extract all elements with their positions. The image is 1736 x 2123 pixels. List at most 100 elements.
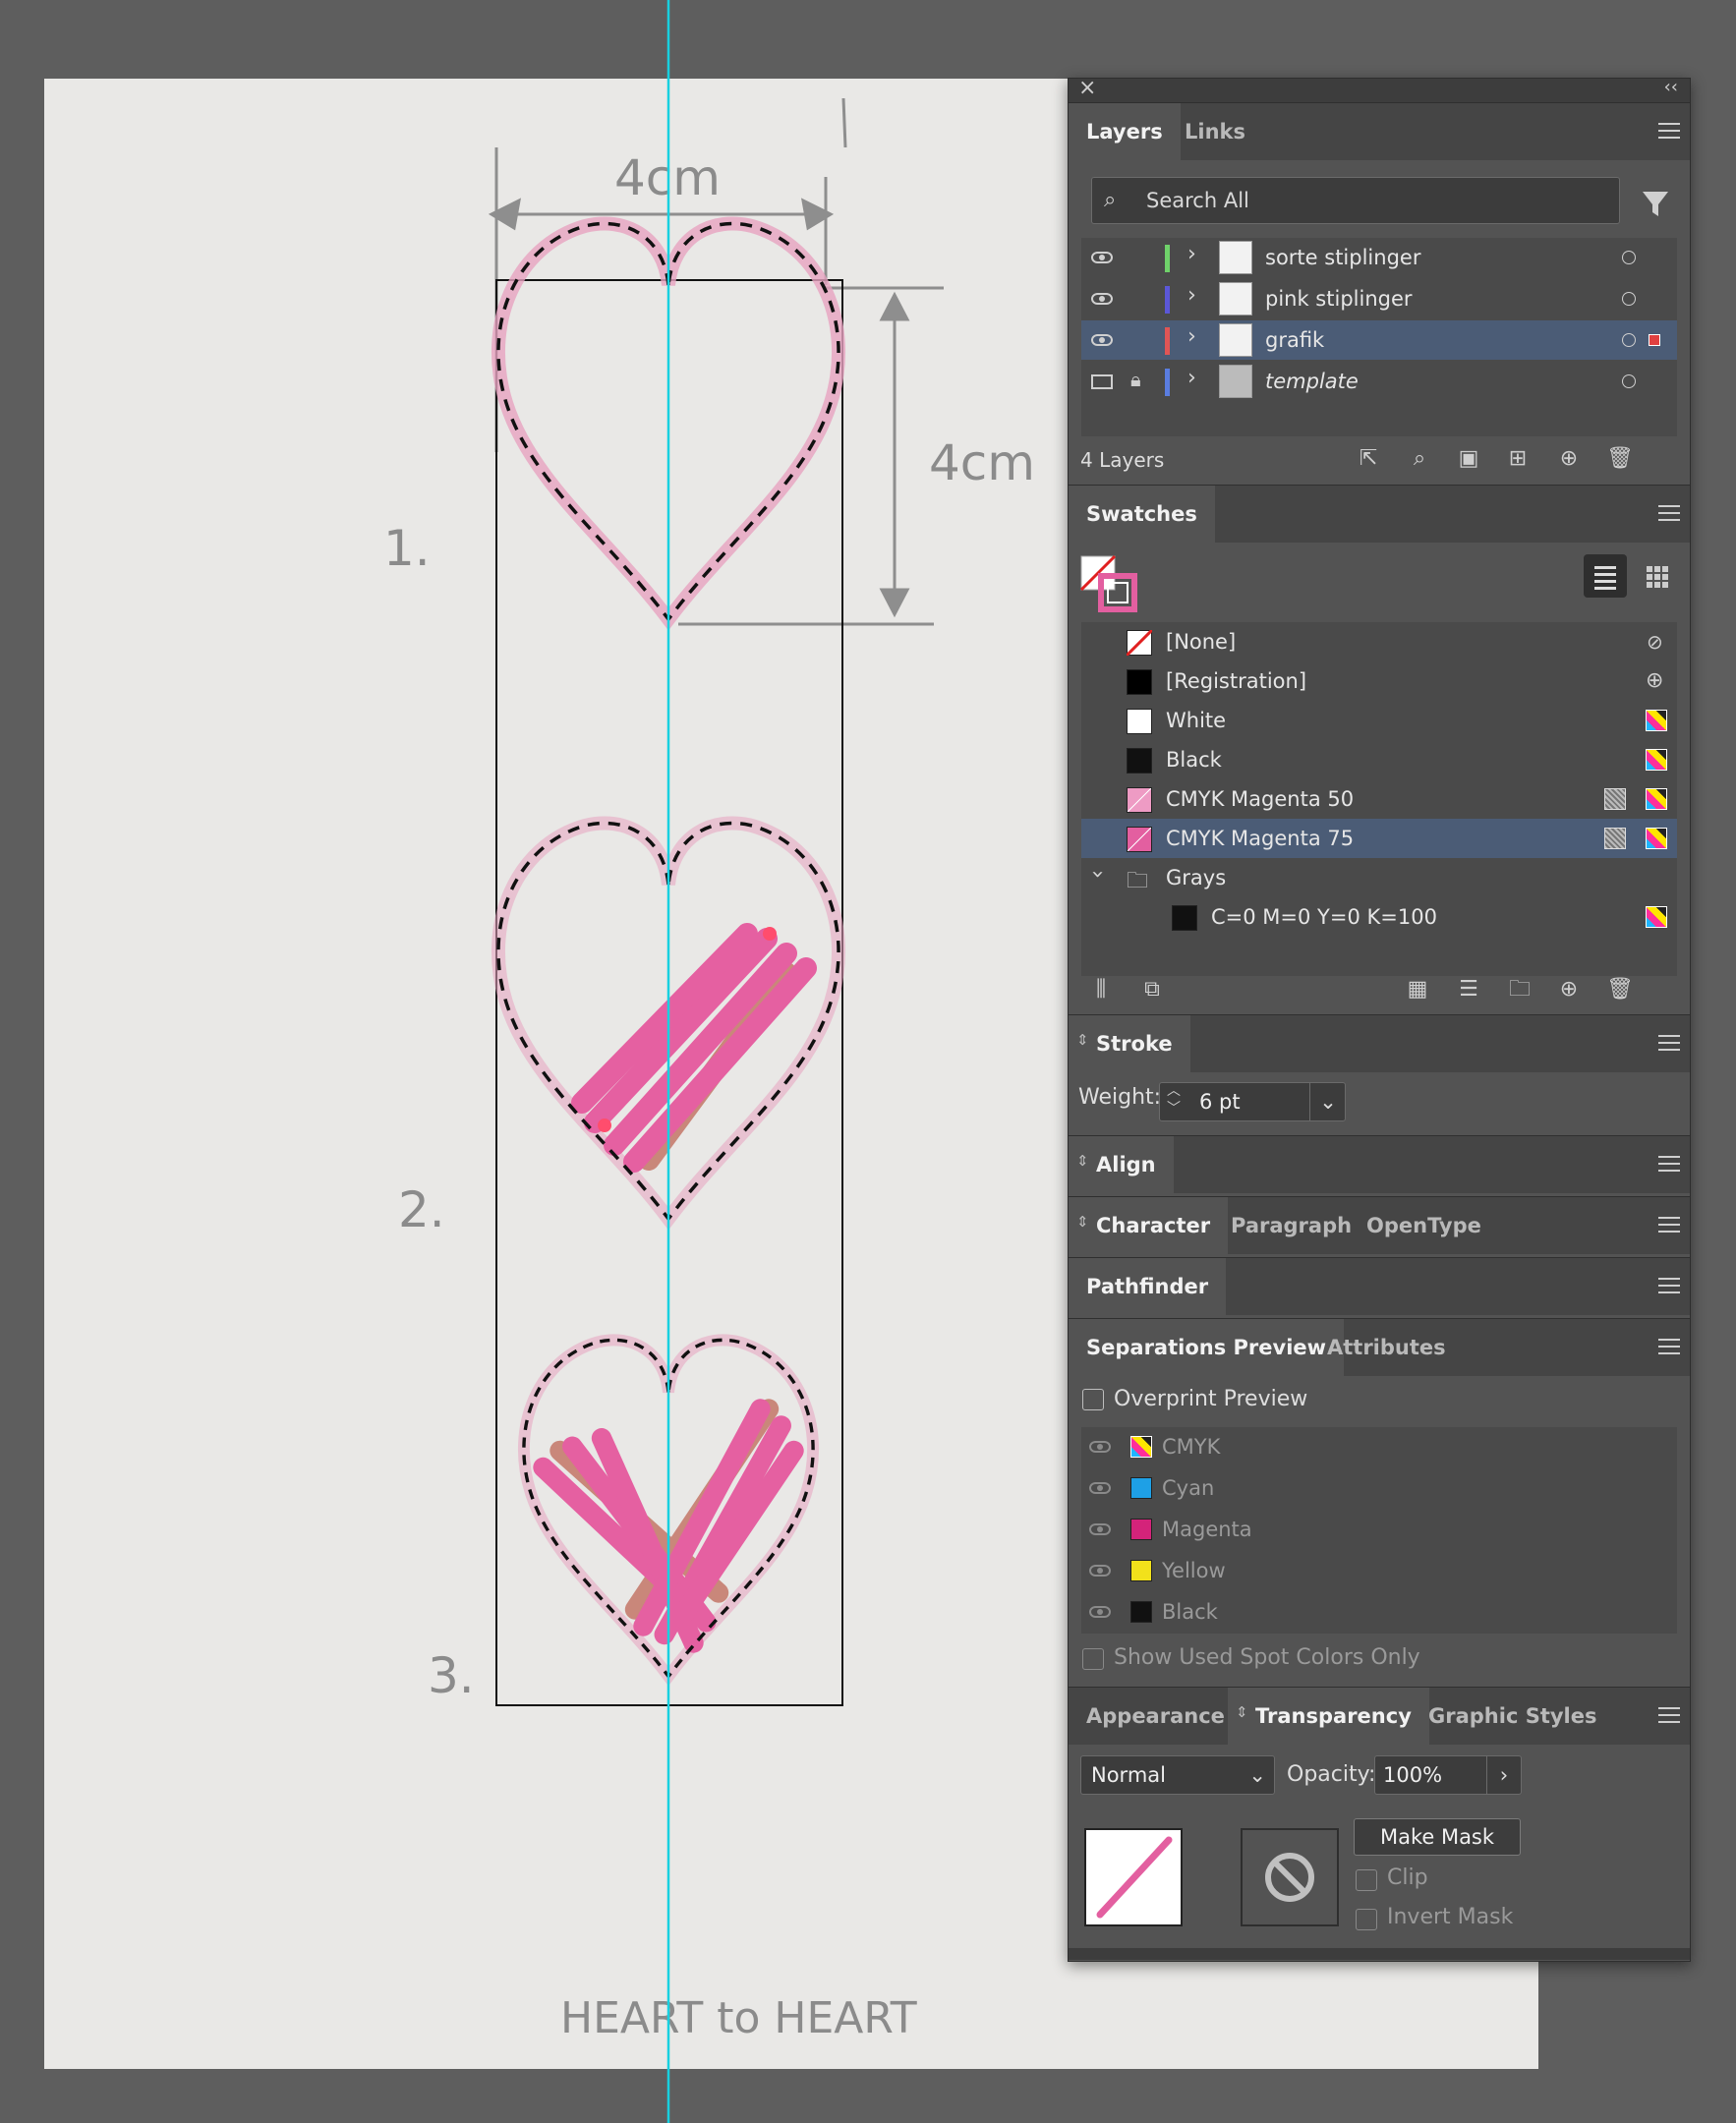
- overprint-preview-checkbox[interactable]: [1082, 1389, 1104, 1410]
- tab-pathfinder[interactable]: Pathfinder: [1069, 1258, 1227, 1315]
- layer-name[interactable]: grafik: [1265, 320, 1324, 360]
- plate-row[interactable]: CMYK: [1081, 1427, 1677, 1468]
- tab-layers[interactable]: Layers: [1069, 103, 1181, 160]
- panel-menu-icon[interactable]: [1658, 1278, 1680, 1293]
- list-view-icon[interactable]: [1584, 554, 1627, 598]
- lock-icon[interactable]: 🔒︎: [1130, 368, 1141, 391]
- spot-colors-checkbox[interactable]: [1082, 1648, 1104, 1670]
- export-icon[interactable]: ⇱: [1354, 444, 1383, 474]
- make-mask-button[interactable]: Make Mask: [1354, 1818, 1521, 1856]
- swatch-options-icon[interactable]: ☰: [1454, 975, 1483, 1004]
- expand-chevron-icon[interactable]: ›: [1187, 242, 1196, 266]
- swatch-row[interactable]: CMYK Magenta 50: [1081, 779, 1677, 820]
- tab-swatches[interactable]: Swatches: [1069, 486, 1215, 543]
- visibility-eye-icon[interactable]: [1089, 1441, 1111, 1453]
- collapse-icon[interactable]: ‹‹: [1664, 77, 1678, 97]
- new-layer-icon[interactable]: ⊕: [1554, 444, 1584, 474]
- plate-row[interactable]: Magenta: [1081, 1510, 1677, 1551]
- new-color-group-icon[interactable]: 🗀︎: [1505, 975, 1534, 1004]
- target-circle-icon[interactable]: [1622, 251, 1636, 264]
- expand-chevron-icon[interactable]: ›: [1187, 324, 1196, 349]
- layer-name[interactable]: template: [1265, 362, 1359, 401]
- layer-name[interactable]: sorte stiplinger: [1265, 238, 1420, 277]
- tab-transparency[interactable]: Transparency: [1228, 1688, 1429, 1745]
- visibility-eye-icon[interactable]: [1089, 1565, 1111, 1577]
- layer-row[interactable]: › pink stiplinger: [1081, 279, 1677, 319]
- new-swatch-icon[interactable]: ⊕: [1554, 975, 1584, 1004]
- target-circle-icon[interactable]: [1622, 333, 1636, 347]
- tab-appearance[interactable]: Appearance: [1069, 1688, 1243, 1745]
- panel-menu-icon[interactable]: [1658, 1707, 1680, 1723]
- swatch-row[interactable]: Black: [1081, 740, 1677, 780]
- swatch-libraries-icon[interactable]: ⫼: [1086, 975, 1116, 1004]
- expand-toggle-icon[interactable]: ⇕: [1076, 1031, 1089, 1049]
- panel-menu-icon[interactable]: [1658, 1217, 1680, 1233]
- blend-mode-select[interactable]: Normal ⌄: [1080, 1755, 1275, 1795]
- place-swatch-icon[interactable]: ⧉: [1137, 975, 1167, 1004]
- delete-icon[interactable]: 🗑︎: [1605, 444, 1635, 474]
- swatch-row[interactable]: White: [1081, 701, 1677, 741]
- tab-character[interactable]: Character: [1069, 1197, 1229, 1254]
- panel-menu-icon[interactable]: [1658, 1339, 1680, 1354]
- clipping-mask-icon[interactable]: ▣: [1454, 444, 1483, 474]
- target-circle-icon[interactable]: [1622, 292, 1636, 306]
- template-view-icon[interactable]: [1091, 374, 1113, 389]
- plate-row[interactable]: Yellow: [1081, 1551, 1677, 1592]
- close-icon[interactable]: ×: [1078, 76, 1096, 100]
- opacity-field[interactable]: 100% ›: [1374, 1755, 1522, 1795]
- stepper-icon[interactable]: ︿ ﹀: [1162, 1082, 1186, 1118]
- expand-chevron-icon[interactable]: ›: [1187, 366, 1196, 390]
- visibility-eye-icon[interactable]: [1089, 1523, 1111, 1535]
- expand-toggle-icon[interactable]: ⇕: [1076, 1152, 1089, 1170]
- resize-handle[interactable]: [1069, 1948, 1690, 1960]
- target-circle-icon[interactable]: [1622, 374, 1636, 388]
- tab-attributes[interactable]: Attributes: [1309, 1319, 1464, 1376]
- panel-menu-icon[interactable]: [1658, 123, 1680, 139]
- expand-chevron-icon[interactable]: ›: [1187, 283, 1196, 308]
- panel-menu-icon[interactable]: [1658, 1156, 1680, 1172]
- swatch-group-row[interactable]: › 🗀︎ Grays: [1081, 858, 1677, 898]
- grid-view-icon[interactable]: [1635, 554, 1678, 598]
- filter-icon[interactable]: [1641, 189, 1670, 218]
- tab-links[interactable]: Links: [1167, 103, 1263, 160]
- selection-indicator-icon[interactable]: [1649, 334, 1660, 346]
- layer-row[interactable]: › sorte stiplinger: [1081, 238, 1677, 278]
- tab-graphic-styles[interactable]: Graphic Styles: [1411, 1688, 1615, 1745]
- swatch-row[interactable]: [Registration] ⊕: [1081, 661, 1677, 702]
- chevron-right-icon[interactable]: ›: [1486, 1756, 1521, 1794]
- chevron-down-icon[interactable]: ⌄: [1309, 1083, 1346, 1120]
- fill-stroke-indicator-icon[interactable]: [1079, 554, 1138, 613]
- layer-row[interactable]: 🔒︎ › template: [1081, 362, 1677, 402]
- visibility-eye-icon[interactable]: [1091, 293, 1113, 305]
- visibility-eye-icon[interactable]: [1089, 1606, 1111, 1618]
- delete-swatch-icon[interactable]: 🗑︎: [1605, 975, 1635, 1004]
- invert-mask-checkbox[interactable]: [1356, 1909, 1377, 1930]
- swatch-row-selected[interactable]: CMYK Magenta 75: [1081, 819, 1677, 859]
- mask-thumbnail[interactable]: [1241, 1828, 1339, 1926]
- visibility-eye-icon[interactable]: [1091, 334, 1113, 346]
- swatch-row[interactable]: [None] ⊘: [1081, 622, 1677, 662]
- layers-search-input[interactable]: ⌕ Search All: [1091, 177, 1620, 224]
- chevron-down-icon[interactable]: ›: [1085, 870, 1110, 879]
- tab-opentype[interactable]: OpenType: [1349, 1197, 1499, 1254]
- new-sublayer-icon[interactable]: ⊞: [1503, 444, 1533, 474]
- stroke-weight-field[interactable]: ︿ ﹀ 6 pt ⌄: [1159, 1082, 1346, 1121]
- visibility-eye-icon[interactable]: [1091, 252, 1113, 263]
- visibility-eye-icon[interactable]: [1089, 1482, 1111, 1494]
- tab-separations-preview[interactable]: Separations Preview: [1069, 1319, 1345, 1376]
- object-thumbnail[interactable]: [1084, 1828, 1183, 1926]
- panel-menu-icon[interactable]: [1658, 505, 1680, 521]
- layer-name[interactable]: pink stiplinger: [1265, 279, 1413, 318]
- expand-toggle-icon[interactable]: ⇕: [1236, 1703, 1248, 1721]
- layer-row-selected[interactable]: › grafik: [1081, 320, 1677, 361]
- panel-menu-icon[interactable]: [1658, 1035, 1680, 1051]
- plate-row[interactable]: Cyan: [1081, 1468, 1677, 1510]
- layer-thumbnail: [1219, 323, 1252, 357]
- tab-paragraph[interactable]: Paragraph: [1213, 1197, 1369, 1254]
- swatch-row[interactable]: C=0 M=0 Y=0 K=100: [1081, 897, 1677, 938]
- clip-checkbox[interactable]: [1356, 1869, 1377, 1891]
- expand-toggle-icon[interactable]: ⇕: [1076, 1213, 1089, 1231]
- plate-row[interactable]: Black: [1081, 1592, 1677, 1634]
- show-swatch-kinds-icon[interactable]: ▦: [1403, 975, 1432, 1004]
- locate-object-icon[interactable]: ⌕: [1405, 444, 1434, 474]
